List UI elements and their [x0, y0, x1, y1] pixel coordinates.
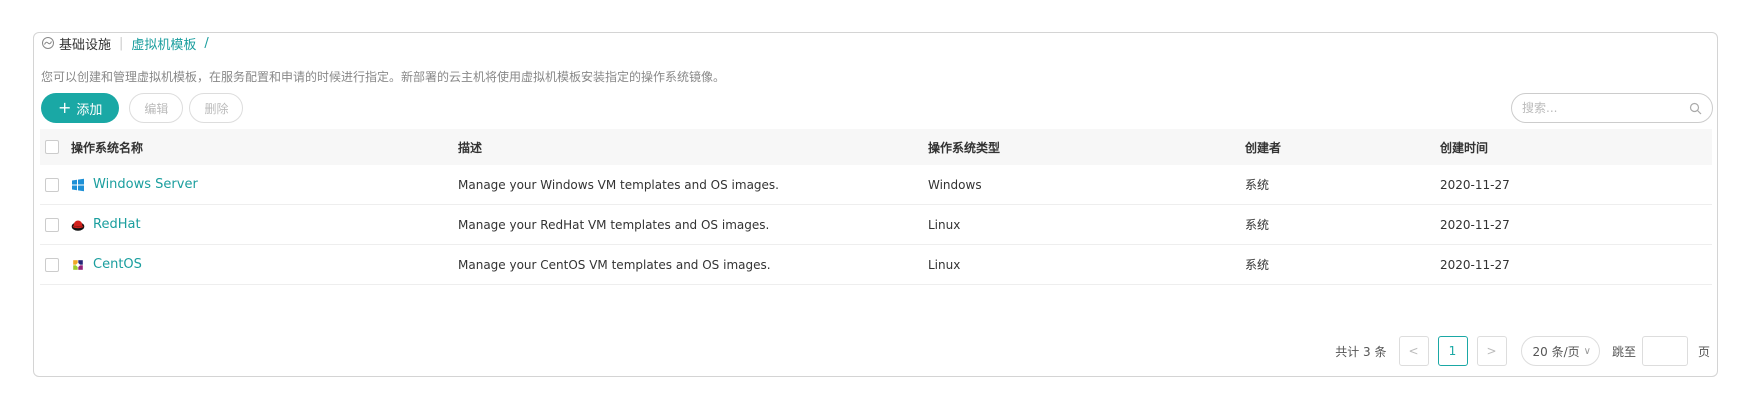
chevron-down-icon: ∨	[1583, 345, 1591, 357]
breadcrumb-slash: /	[204, 35, 209, 51]
jump-page-input[interactable]	[1641, 336, 1688, 366]
desc-cell: Manage your CentOS VM templates and OS i…	[458, 257, 771, 272]
name-cell: CentOS	[71, 257, 458, 272]
table-row[interactable]: Windows Server Manage your Windows VM te…	[40, 165, 1712, 205]
centos-icon	[73, 259, 83, 270]
pagination-total: 共计 3 条	[1335, 344, 1387, 359]
edit-button[interactable]: 编辑	[129, 93, 184, 123]
desc-cell: Manage your RedHat VM templates and OS i…	[458, 217, 770, 232]
row-checkbox[interactable]	[45, 177, 59, 192]
header-desc: 描述	[458, 140, 483, 155]
creator-cell: 系统	[1245, 218, 1270, 232]
jump-label: 跳至	[1611, 344, 1636, 359]
breadcrumb-current[interactable]: 虚拟机模板	[131, 34, 196, 53]
template-name-link[interactable]: CentOS	[93, 257, 142, 272]
creator-cell: 系统	[1245, 178, 1270, 192]
delete-button[interactable]: 删除	[189, 93, 244, 123]
type-cell: Linux	[928, 217, 961, 232]
table-row[interactable]: CentOS Manage your CentOS VM templates a…	[40, 245, 1712, 285]
header-name[interactable]: 操作系统名称	[71, 139, 458, 156]
desc-cell: Manage your Windows VM templates and OS …	[458, 177, 779, 192]
add-button[interactable]: + 添加	[41, 93, 120, 123]
cloud-infrastructure-icon	[42, 37, 54, 49]
header-type[interactable]: 操作系统类型	[928, 139, 1245, 156]
select-all-checkbox[interactable]	[45, 140, 59, 154]
template-name-link[interactable]: RedHat	[93, 217, 141, 232]
header-time[interactable]: 创建时间	[1440, 139, 1712, 156]
template-name-link[interactable]: Windows Server	[93, 177, 198, 192]
page-description: 您可以创建和管理虚拟机模板，在服务配置和申请的时候进行指定。新部署的云主机将使用…	[41, 70, 726, 84]
header-creator[interactable]: 创建者	[1245, 139, 1440, 156]
name-cell: RedHat	[71, 217, 458, 232]
search-input[interactable]	[1522, 101, 1689, 115]
next-page-button[interactable]: >	[1476, 336, 1507, 366]
type-cell: Windows	[928, 177, 982, 192]
templates-table: 操作系统名称 描述 操作系统类型 创建者 创建时间 Windows Server…	[40, 129, 1712, 285]
windows-icon	[72, 178, 84, 191]
page-number-button[interactable]: 1	[1437, 336, 1468, 366]
time-cell: 2020-11-27	[1440, 257, 1510, 272]
page-size-select[interactable]: 20 条/页 ∨	[1520, 336, 1600, 366]
redhat-icon	[71, 220, 85, 231]
breadcrumb: 基础设施 | 虚拟机模板 /	[41, 33, 209, 53]
table-row[interactable]: RedHat Manage your RedHat VM templates a…	[40, 205, 1712, 245]
time-cell: 2020-11-27	[1440, 177, 1510, 192]
page-suffix: 页	[1697, 344, 1710, 359]
breadcrumb-root[interactable]: 基础设施	[59, 34, 111, 53]
table-header: 操作系统名称 描述 操作系统类型 创建者 创建时间	[40, 129, 1712, 165]
plus-icon: +	[58, 98, 72, 117]
time-cell: 2020-11-27	[1440, 217, 1510, 232]
prev-page-button[interactable]: <	[1398, 336, 1429, 366]
search-box[interactable]	[1511, 93, 1713, 123]
page-size-value: 20 条/页	[1532, 344, 1580, 359]
type-cell: Linux	[928, 257, 961, 272]
name-cell: Windows Server	[71, 177, 458, 192]
pagination: 共计 3 条 < 1 > 20 条/页 ∨ 跳至 页	[1335, 336, 1710, 366]
row-checkbox[interactable]	[45, 217, 59, 232]
add-button-label: 添加	[76, 102, 103, 118]
search-icon[interactable]	[1689, 102, 1702, 115]
toolbar: + 添加 编辑 删除	[41, 93, 244, 123]
templates-card: 基础设施 | 虚拟机模板 / 您可以创建和管理虚拟机模板，在服务配置和申请的时候…	[33, 32, 1718, 377]
creator-cell: 系统	[1245, 258, 1270, 272]
breadcrumb-divider: |	[119, 35, 124, 51]
row-checkbox[interactable]	[45, 257, 59, 272]
